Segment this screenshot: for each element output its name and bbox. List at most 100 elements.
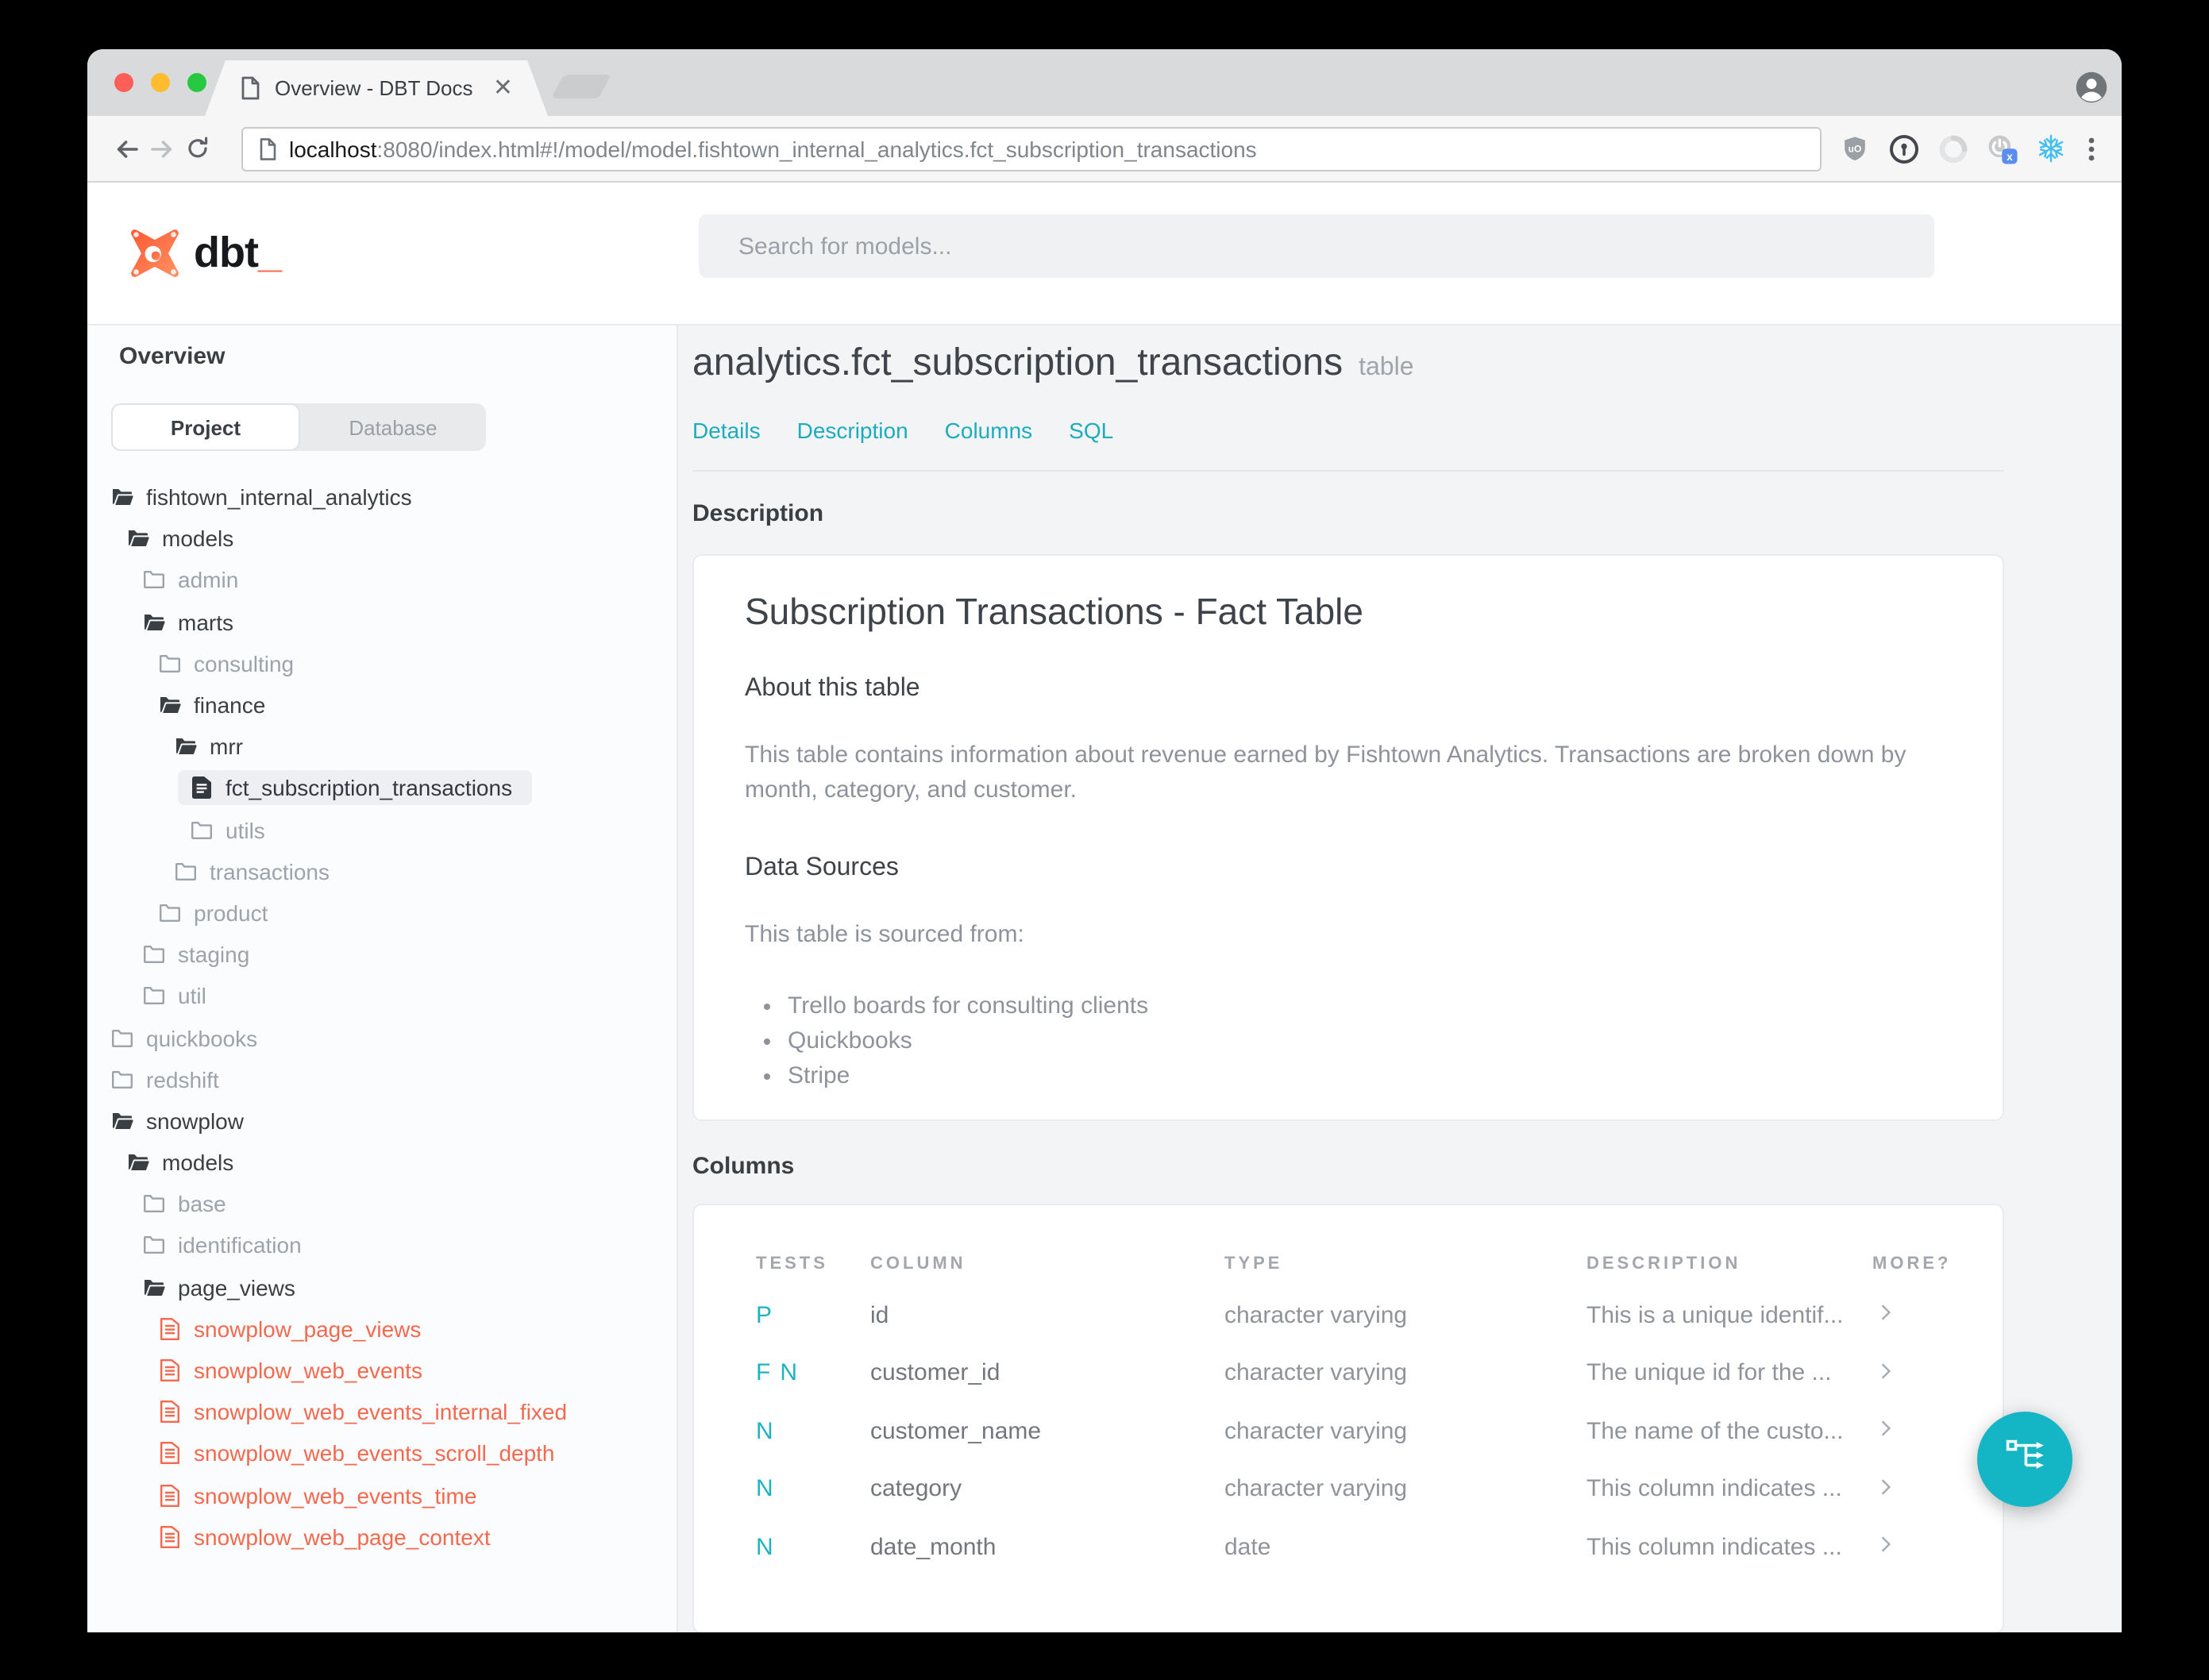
tree-item-models[interactable]: models xyxy=(87,518,677,559)
tree-item-pill: fct_subscription_transactions xyxy=(178,770,532,806)
folder-open-icon xyxy=(159,696,181,715)
tree-item-snowplow_page_views[interactable]: snowplow_page_views xyxy=(87,1308,677,1350)
tree-item-util[interactable]: util xyxy=(87,976,677,1017)
folder-icon xyxy=(159,654,181,673)
table-row-category[interactable]: Ncategory character varying This column in… xyxy=(756,1460,1955,1518)
folder-icon xyxy=(175,862,197,881)
chevron-right-icon[interactable] xyxy=(1872,1533,1955,1562)
window-close-button[interactable] xyxy=(114,73,133,92)
tree-item-identification[interactable]: identification xyxy=(87,1225,677,1266)
table-row-date_month[interactable]: Ndate_month date This column indicates ... xyxy=(756,1518,1955,1576)
ublock-shield-icon[interactable]: uO xyxy=(1839,133,1871,164)
tree-item-admin[interactable]: admin xyxy=(87,560,677,601)
table-row-customer_id[interactable]: F Ncustomer_id character varying The unique… xyxy=(756,1344,1955,1402)
about-text: This table contains information about re… xyxy=(745,742,1906,803)
tab-close-icon[interactable]: ✕ xyxy=(493,76,513,100)
tree-item-label: snowplow_web_events_internal_fixed xyxy=(194,1399,568,1425)
chevron-right-icon[interactable] xyxy=(1872,1475,1955,1504)
page-title-suffix: table xyxy=(1359,354,1414,381)
tree-item-label: models xyxy=(162,526,234,552)
data-sources-heading: Data Sources xyxy=(745,854,899,881)
cell-column-description: The name of the custo... xyxy=(1586,1417,1844,1445)
reload-icon[interactable] xyxy=(180,126,216,171)
tree-item-consulting[interactable]: consulting xyxy=(87,643,677,684)
overview-heading: Overview xyxy=(119,343,226,370)
nav-link-sql[interactable]: SQL xyxy=(1069,418,1113,443)
tree-item-snowplow[interactable]: snowplow xyxy=(87,1100,677,1142)
table-row-id[interactable]: Pid character varying This is a unique ide… xyxy=(756,1286,1955,1344)
nav-link-columns[interactable]: Columns xyxy=(945,418,1033,443)
tree-item-snowplow_web_page_context[interactable]: snowplow_web_page_context xyxy=(87,1516,677,1557)
tree-item-utils[interactable]: utils xyxy=(87,809,677,850)
chevron-right-icon[interactable] xyxy=(1872,1359,1955,1388)
model-nav: Details Description Columns SQL xyxy=(692,418,2122,443)
tree-item-mrr[interactable]: mrr xyxy=(87,726,677,767)
table-row-customer_name[interactable]: Ncustomer_name character varying The name … xyxy=(756,1402,1955,1460)
browser-menu-icon[interactable] xyxy=(2077,134,2106,163)
tree-item-label: page_views xyxy=(178,1274,295,1300)
chevron-right-icon[interactable] xyxy=(1872,1417,1955,1446)
tests-badges: N xyxy=(756,1476,870,1503)
tree-item-label: consulting xyxy=(194,650,295,676)
tree-item-base[interactable]: base xyxy=(87,1183,677,1224)
new-tab-button[interactable] xyxy=(551,75,611,98)
forward-icon[interactable] xyxy=(145,126,181,171)
folder-icon xyxy=(111,1028,133,1047)
session-x-icon[interactable]: x xyxy=(1987,133,2018,164)
lineage-graph-button[interactable] xyxy=(1977,1412,2072,1507)
chevron-right-icon[interactable] xyxy=(1872,1301,1955,1330)
tree-item-snowplow_web_events_time[interactable]: snowplow_web_events_time xyxy=(87,1474,677,1516)
tree-item-fct_subscription_transactions[interactable]: fct_subscription_transactions xyxy=(87,768,677,809)
window-minimize-button[interactable] xyxy=(151,73,170,92)
tree-item-transactions[interactable]: transactions xyxy=(87,850,677,892)
test-badge-n: N xyxy=(780,1359,798,1387)
tree-item-fishtown_internal_analytics[interactable]: fishtown_internal_analytics xyxy=(87,476,677,518)
tree-item-redshift[interactable]: redshift xyxy=(87,1058,677,1100)
browser-tab[interactable]: Overview - DBT Docs ✕ xyxy=(205,60,548,116)
title-row: analytics.fct_subscription_transactions … xyxy=(692,341,2122,386)
tab-database[interactable]: Database xyxy=(300,403,486,451)
sidebar: Overview Project Database fishtown_inter… xyxy=(87,326,678,1632)
tree-item-label: transactions xyxy=(210,858,330,884)
tree-item-pill: finance xyxy=(146,688,284,722)
tree-item-product[interactable]: product xyxy=(87,892,677,934)
file-outline-icon xyxy=(159,1484,181,1507)
tree-item-pill: consulting xyxy=(146,646,313,681)
cell-column-type: date xyxy=(1224,1533,1271,1561)
tree-item-snowplow_web_events_internal_fixed[interactable]: snowplow_web_events_internal_fixed xyxy=(87,1391,677,1432)
tree-item-staging[interactable]: staging xyxy=(87,934,677,975)
tree-item-snowplow_web_events_scroll_depth[interactable]: snowplow_web_events_scroll_depth xyxy=(87,1433,677,1474)
nav-link-details[interactable]: Details xyxy=(692,418,761,443)
address-bar[interactable]: localhost:8080/index.html#!/model/model.… xyxy=(241,126,1822,171)
nav-link-description[interactable]: Description xyxy=(797,418,908,443)
tree-item-pill: util xyxy=(130,979,226,1014)
tree-item-models[interactable]: models xyxy=(87,1142,677,1183)
cell-column-type: character varying xyxy=(1224,1301,1408,1329)
column-header-more: MORE? xyxy=(1872,1254,1952,1273)
tree-item-page_views[interactable]: page_views xyxy=(87,1266,677,1308)
profile-avatar-icon[interactable] xyxy=(2074,70,2109,105)
extension-ring-icon[interactable] xyxy=(1937,133,1969,164)
search-input[interactable] xyxy=(699,214,1934,278)
onepassword-icon[interactable] xyxy=(1888,133,1920,164)
tree-item-snowplow_web_events[interactable]: snowplow_web_events xyxy=(87,1350,677,1391)
tree-item-pill: mrr xyxy=(162,729,262,764)
document-icon xyxy=(259,137,276,160)
tree-item-quickbooks[interactable]: quickbooks xyxy=(87,1017,677,1058)
snowflake-icon[interactable] xyxy=(2036,133,2068,164)
tab-project[interactable]: Project xyxy=(111,403,300,451)
tree-item-pill: page_views xyxy=(130,1270,314,1304)
browser-toolbar: localhost:8080/index.html#!/model/model.… xyxy=(87,116,2122,183)
tree-item-finance[interactable]: finance xyxy=(87,684,677,726)
tree-item-marts[interactable]: marts xyxy=(87,601,677,642)
file-outline-icon xyxy=(159,1401,181,1424)
tree-item-pill: snowplow_web_events_scroll_depth xyxy=(146,1436,574,1471)
cell-column-name: customer_id xyxy=(870,1359,1000,1387)
tree-item-pill: staging xyxy=(130,937,268,972)
tests-badges: P xyxy=(756,1302,870,1329)
back-icon[interactable] xyxy=(110,126,145,171)
data-source-item: Trello boards for consulting clients xyxy=(788,989,1952,1024)
folder-open-icon xyxy=(143,1277,165,1297)
columns-table-header: TESTS COLUMN TYPE DESCRIPTION MORE? xyxy=(756,1248,1955,1280)
window-zoom-button[interactable] xyxy=(187,73,206,92)
